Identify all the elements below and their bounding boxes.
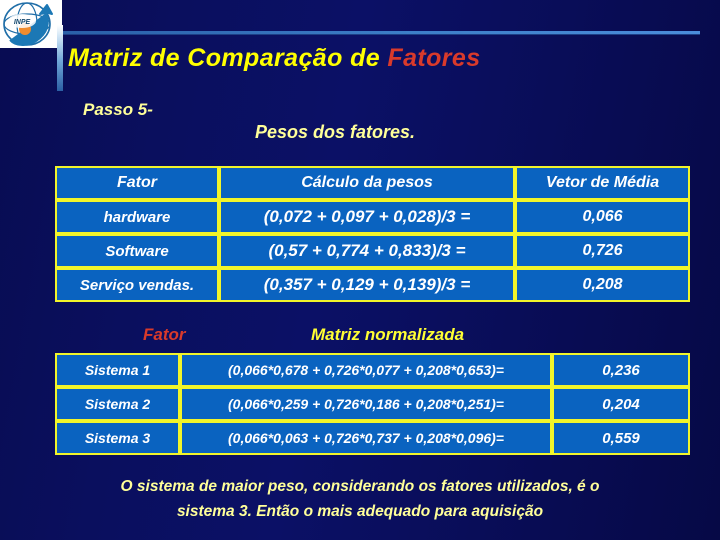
cell-sistema: Sistema 3 [55,421,180,455]
table-row: Serviço vendas. (0,357 + 0,129 + 0,139)/… [55,268,690,302]
table-row: Sistema 1 (0,066*0,678 + 0,726*0,077 + 0… [55,353,690,387]
table-row: Sistema 2 (0,066*0,259 + 0,726*0,186 + 0… [55,387,690,421]
page-title-accent: Fatores [387,44,481,72]
table-row: Sistema 3 (0,066*0,063 + 0,726*0,737 + 0… [55,421,690,455]
conclusion-text: O sistema de maior peso, considerando os… [60,474,660,524]
inpe-logo: INPE [0,0,62,48]
cell-sistema: Sistema 1 [55,353,180,387]
conclusion-line-2: sistema 3. Então o mais adequado para aq… [176,503,544,520]
svg-text:INPE: INPE [14,19,31,26]
slide-canvas: INPE Matriz de Comparação de Fatores Pas… [0,0,720,540]
table-matriz-normalizada: Sistema 1 (0,066*0,678 + 0,726*0,077 + 0… [55,353,690,455]
table-row: hardware (0,072 + 0,097 + 0,028)/3 = 0,0… [55,200,690,234]
cell-vetor: 0,726 [515,234,690,268]
header-calculo: Cálculo da pesos [219,166,515,200]
cell-calculo: (0,066*0,063 + 0,726*0,737 + 0,208*0,096… [180,421,552,455]
step-label: Passo 5- [83,100,153,119]
label-fator-normalizada: Fator [143,325,186,344]
cell-sistema: Sistema 2 [55,387,180,421]
table-row: Software (0,57 + 0,774 + 0,833)/3 = 0,72… [55,234,690,268]
cell-fator: Serviço vendas. [55,268,219,302]
cell-calculo: (0,357 + 0,129 + 0,139)/3 = [219,268,515,302]
page-title-main: Matriz de Comparação de [68,44,388,72]
header-fator: Fator [55,166,219,200]
cell-vetor: 0,208 [515,268,690,302]
label-matriz-normalizada: Matriz normalizada [311,325,465,344]
header-rule-shadow [62,34,700,35]
table-pesos: Fator Cálculo da pesos Vetor de Média ha… [55,166,690,302]
inpe-logo-icon: INPE [3,2,53,46]
cell-resultado: 0,236 [552,353,690,387]
cell-calculo: (0,57 + 0,774 + 0,833)/3 = [219,234,515,268]
title-accent-bar [57,25,63,91]
cell-fator: Software [55,234,219,268]
cell-fator: hardware [55,200,219,234]
cell-calculo: (0,066*0,678 + 0,726*0,077 + 0,208*0,653… [180,353,552,387]
cell-calculo: (0,066*0,259 + 0,726*0,186 + 0,208*0,251… [180,387,552,421]
section-subtitle: Pesos dos fatores. [255,122,416,142]
table-row-header: Fator Cálculo da pesos Vetor de Média [55,166,690,200]
header-vetor-media: Vetor de Média [515,166,690,200]
cell-resultado: 0,204 [552,387,690,421]
conclusion-line-1: O sistema de maior peso, considerando os… [120,478,600,495]
cell-calculo: (0,072 + 0,097 + 0,028)/3 = [219,200,515,234]
cell-vetor: 0,066 [515,200,690,234]
cell-resultado: 0,559 [552,421,690,455]
page-title: Matriz de Comparação de Fatores [68,44,481,73]
